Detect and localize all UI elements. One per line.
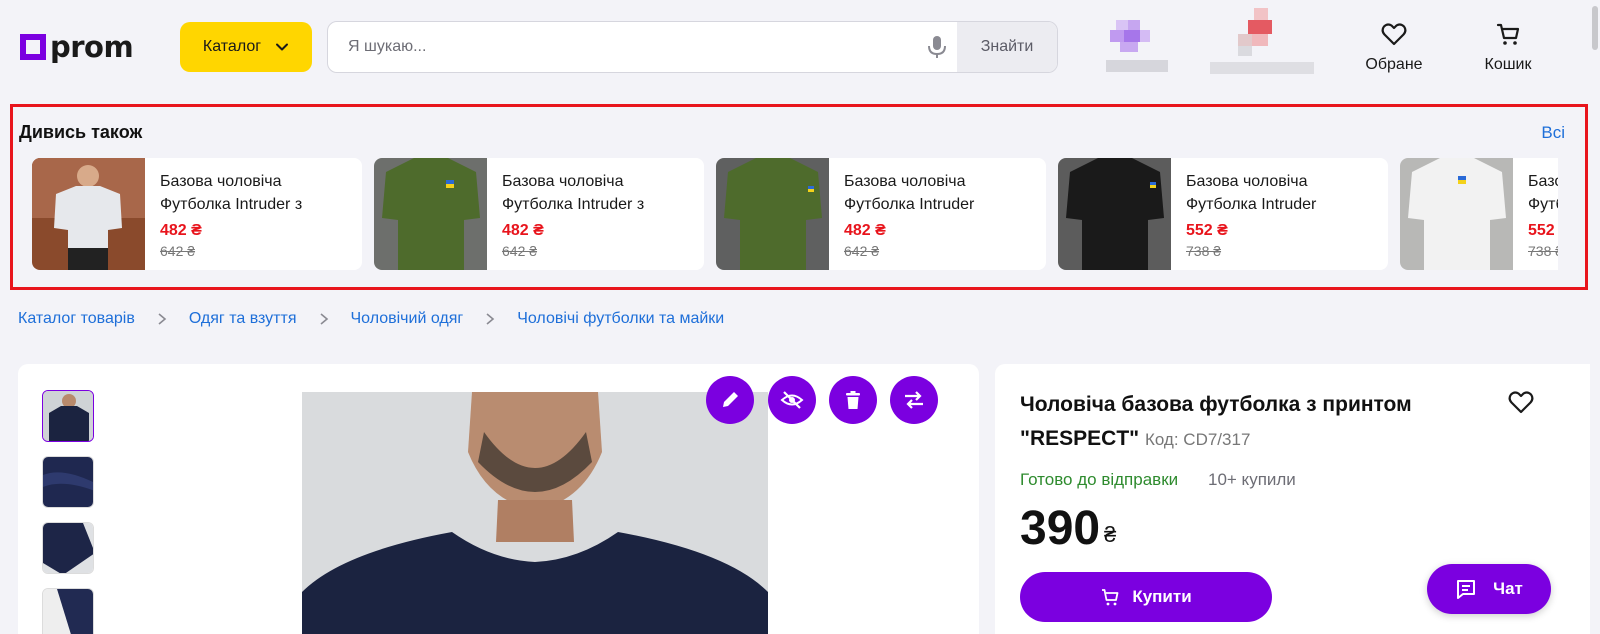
card-title: Базова чоловіча Футболка Intruder bbox=[844, 173, 975, 213]
product-photo bbox=[374, 158, 487, 270]
product-card[interactable]: Базова чоловіча Футболка Intruder 552 ₴ … bbox=[1400, 158, 1558, 270]
buy-button-label: Купити bbox=[1132, 587, 1192, 606]
card-title: Базова чоловіча Футболка Intruder bbox=[1186, 173, 1317, 213]
site-header: prom Каталог Знайти Обране bbox=[0, 0, 1600, 96]
search-bar: Знайти bbox=[327, 21, 1058, 73]
breadcrumb: Каталог товарів Одяг та взуття Чоловічий… bbox=[18, 310, 724, 328]
cart-label: Кошик bbox=[1484, 56, 1532, 73]
cart-link[interactable]: Кошик bbox=[1474, 20, 1542, 74]
search-button[interactable]: Знайти bbox=[957, 22, 1057, 72]
pencil-icon bbox=[723, 392, 738, 407]
microphone-icon[interactable] bbox=[926, 35, 948, 59]
breadcrumb-link[interactable]: Одяг та взуття bbox=[189, 310, 297, 328]
gallery-thumbnail[interactable] bbox=[42, 588, 94, 634]
see-also-section: Дивись також Всі Базова чоловіча Футболк… bbox=[10, 104, 1588, 290]
prom-logo[interactable]: prom bbox=[20, 30, 134, 64]
chevron-right-icon bbox=[486, 313, 495, 325]
card-price: 552 ₴ bbox=[1528, 222, 1558, 239]
gallery-thumbnail[interactable] bbox=[42, 456, 94, 508]
card-old-price: 642 ₴ bbox=[160, 243, 196, 259]
catalog-button[interactable]: Каталог bbox=[180, 22, 312, 72]
chat-icon bbox=[1457, 580, 1476, 599]
catalog-button-label: Каталог bbox=[202, 38, 262, 55]
bought-count: 10+ купили bbox=[1208, 470, 1296, 489]
delete-button[interactable] bbox=[829, 376, 877, 424]
card-price: 552 ₴ bbox=[1186, 222, 1228, 239]
logo-mark-icon bbox=[20, 34, 46, 60]
price-currency: ₴ bbox=[1104, 522, 1117, 547]
product-card[interactable]: Базова чоловіча Футболка Intruder з 482 … bbox=[374, 158, 704, 270]
availability-status: Готово до відправки bbox=[1020, 470, 1179, 489]
breadcrumb-link[interactable]: Чоловічі футболки та майки bbox=[517, 310, 724, 328]
see-also-carousel: Базова чоловіча Футболка Intruder з 482 … bbox=[32, 158, 1558, 270]
product-code: Код: CD7/317 bbox=[1144, 430, 1251, 449]
product-photo bbox=[716, 158, 829, 270]
main-product-photo[interactable] bbox=[302, 392, 768, 634]
card-old-price: 738 ₴ bbox=[1186, 243, 1222, 259]
see-all-link[interactable]: Всі bbox=[1541, 123, 1565, 143]
chevron-right-icon bbox=[319, 313, 328, 325]
chevron-down-icon bbox=[276, 43, 289, 51]
hide-button[interactable] bbox=[768, 376, 816, 424]
breadcrumb-link[interactable]: Каталог товарів bbox=[18, 310, 135, 328]
see-also-title: Дивись також bbox=[19, 122, 143, 142]
card-title: Базова чоловіча Футболка Intruder з bbox=[160, 173, 303, 213]
card-price: 482 ₴ bbox=[502, 222, 544, 239]
product-gallery bbox=[18, 364, 979, 634]
product-photo bbox=[1058, 158, 1171, 270]
blurred-account-icon[interactable] bbox=[1106, 20, 1170, 76]
cart-icon bbox=[1102, 589, 1119, 606]
card-old-price: 738 ₴ bbox=[1528, 243, 1558, 259]
chevron-right-icon bbox=[158, 313, 167, 325]
breadcrumb-link[interactable]: Чоловічий одяг bbox=[351, 310, 464, 328]
cart-icon bbox=[1496, 23, 1520, 45]
edit-button[interactable] bbox=[706, 376, 754, 424]
card-old-price: 642 ₴ bbox=[844, 243, 880, 259]
logo-text: prom bbox=[50, 30, 134, 64]
product-price: 390 bbox=[1020, 502, 1101, 555]
product-title: Чоловіча базова футболка з принтом "RESP… bbox=[1020, 388, 1470, 457]
product-photo bbox=[1400, 158, 1513, 270]
swap-arrows-icon bbox=[905, 391, 923, 409]
heart-icon[interactable] bbox=[1507, 388, 1535, 416]
product-photo bbox=[32, 158, 145, 270]
card-old-price: 642 ₴ bbox=[502, 243, 538, 259]
product-card[interactable]: Базова чоловіча Футболка Intruder з 482 … bbox=[32, 158, 362, 270]
eye-off-icon bbox=[780, 391, 804, 409]
favorites-link[interactable]: Обране bbox=[1358, 20, 1430, 74]
product-card[interactable]: Базова чоловіча Футболка Intruder 482 ₴ … bbox=[716, 158, 1046, 270]
chat-button[interactable]: Чат bbox=[1427, 564, 1551, 614]
gallery-thumbnail[interactable] bbox=[42, 390, 94, 442]
gallery-thumbnail[interactable] bbox=[42, 522, 94, 574]
card-price: 482 ₴ bbox=[844, 222, 886, 239]
blurred-profile-icon[interactable] bbox=[1210, 8, 1314, 76]
card-title: Базова чоловіча Футболка Intruder bbox=[1528, 173, 1558, 213]
heart-icon bbox=[1381, 23, 1407, 46]
trash-icon bbox=[846, 391, 860, 409]
card-price: 482 ₴ bbox=[160, 222, 202, 239]
scrollbar-thumb[interactable] bbox=[1592, 6, 1598, 50]
chat-label: Чат bbox=[1493, 579, 1523, 598]
product-card[interactable]: Базова чоловіча Футболка Intruder 552 ₴ … bbox=[1058, 158, 1388, 270]
favorites-label: Обране bbox=[1365, 56, 1423, 73]
page-scrollbar[interactable] bbox=[1590, 0, 1600, 634]
swap-button[interactable] bbox=[890, 376, 938, 424]
buy-button[interactable]: Купити bbox=[1020, 572, 1272, 622]
search-input[interactable] bbox=[328, 22, 908, 72]
card-title: Базова чоловіча Футболка Intruder з bbox=[502, 173, 645, 213]
